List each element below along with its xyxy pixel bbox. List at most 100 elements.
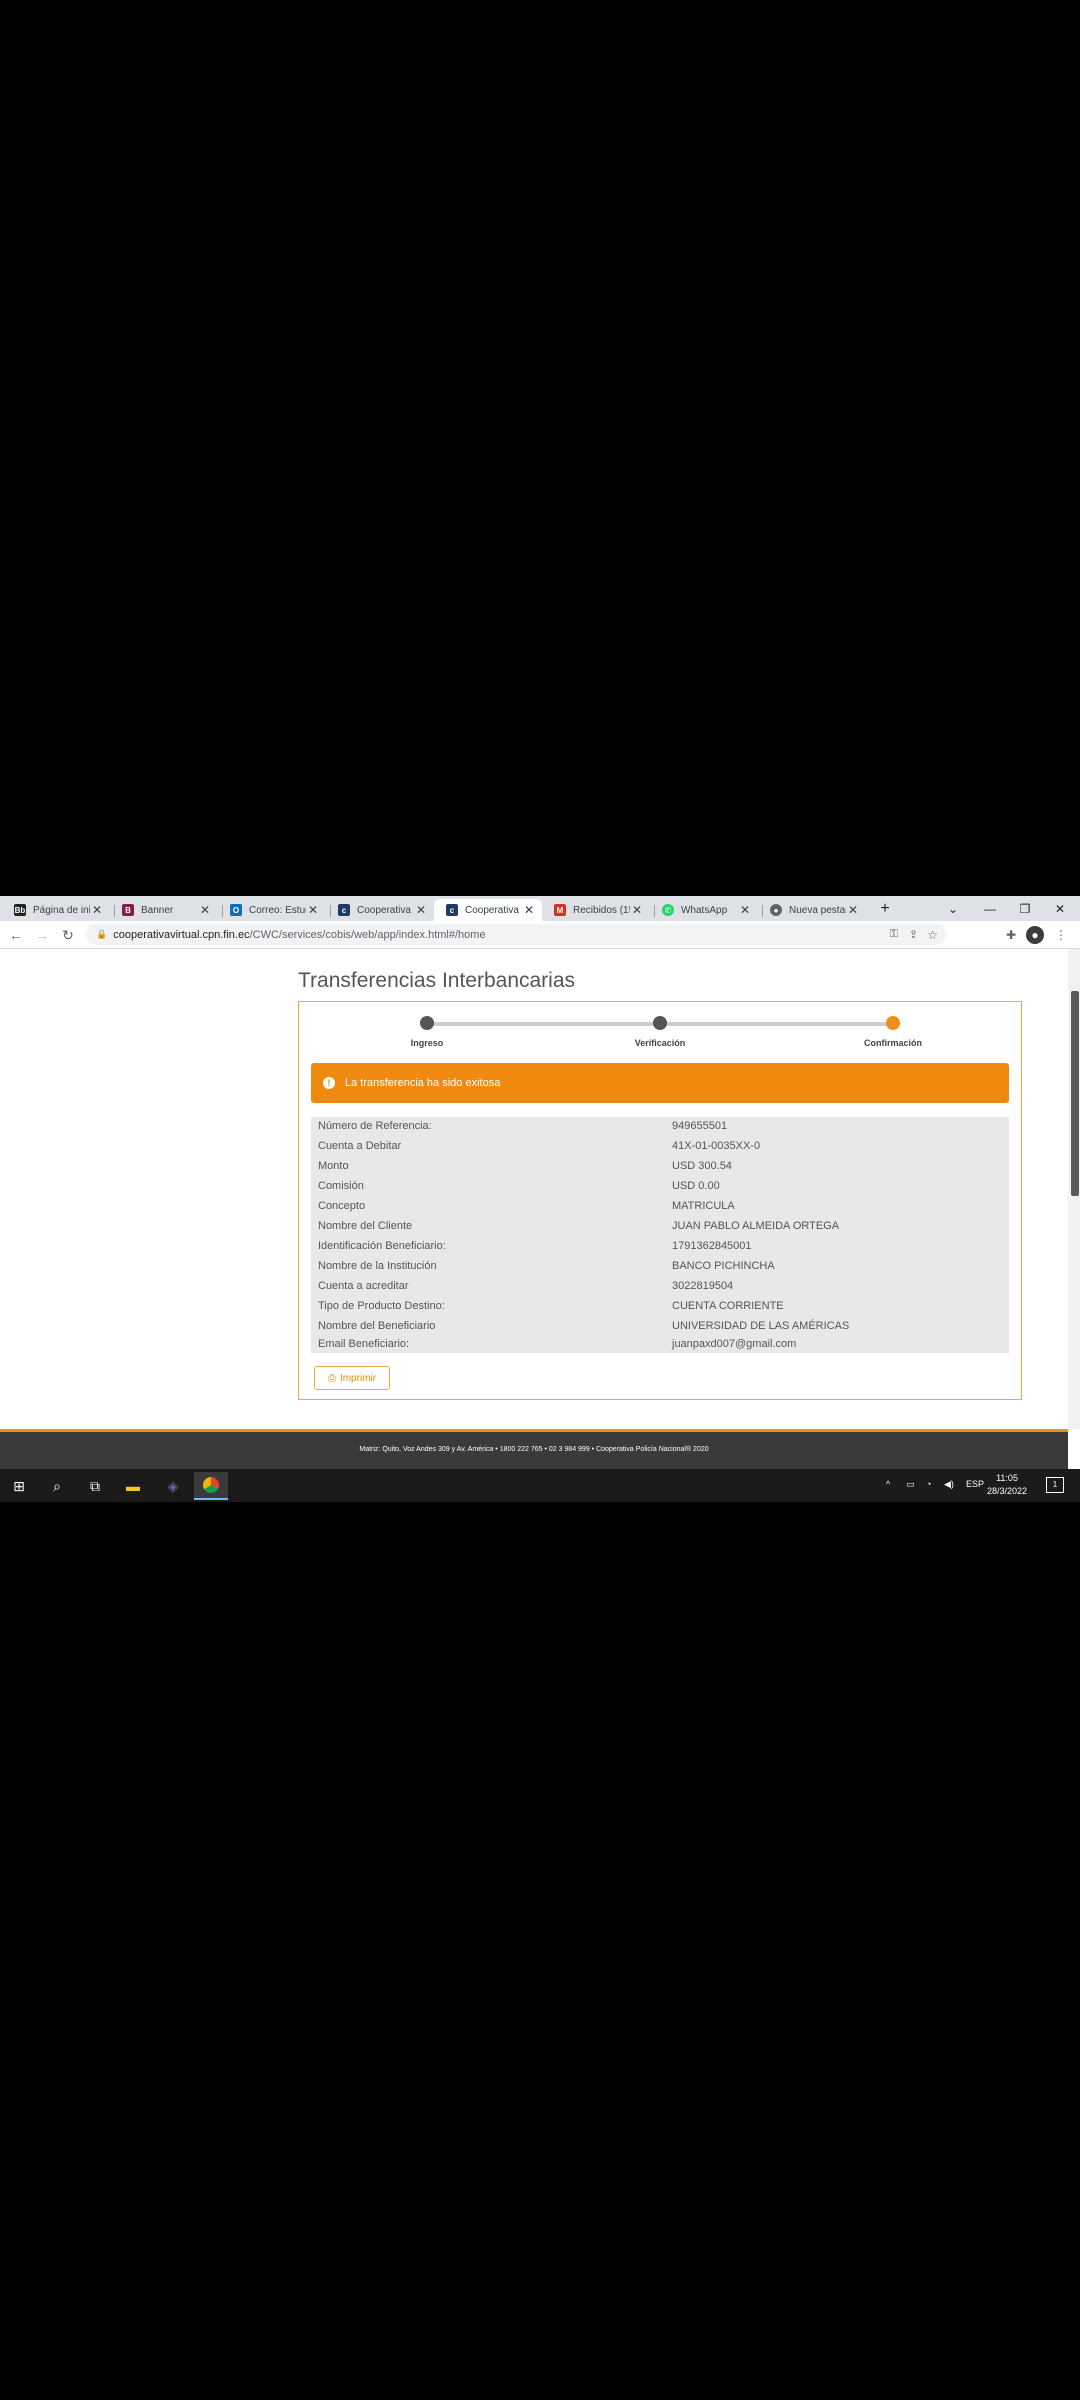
minimize-icon[interactable]: — (975, 899, 1005, 919)
windows-start-icon[interactable]: ⊞ (2, 1472, 36, 1500)
tab-title: Nueva pestaña (789, 904, 846, 916)
task-view-icon[interactable]: ⧉ (78, 1472, 112, 1500)
detail-row: Identificación Beneficiario: 179136284500… (311, 1237, 1009, 1257)
detail-row: Concepto MATRICULA (311, 1197, 1009, 1217)
address-bar[interactable]: 🔒 cooperativavirtual.cpn.fin.ec/CWC/serv… (86, 924, 946, 945)
detail-row: Nombre del Cliente JUAN PABLO ALMEIDA ORT… (311, 1217, 1009, 1237)
detail-label: Nombre de la Institución (318, 1260, 437, 1272)
banner-icon: B (122, 904, 134, 916)
language-indicator[interactable]: ESP (966, 1479, 984, 1489)
key-icon[interactable]: ⚿ (890, 928, 898, 941)
teams-icon[interactable]: ◈ (156, 1472, 190, 1500)
extensions-icon[interactable]: ✚ (1002, 926, 1020, 944)
tab-cooperativa-1[interactable]: c Cooperativa Policía ✕ (326, 899, 434, 921)
tab-recibidos[interactable]: M Recibidos (150) ✕ (542, 899, 650, 921)
gmail-icon: M (554, 904, 566, 916)
detail-row: Tipo de Producto Destino: CUENTA CORRIENT… (311, 1297, 1009, 1317)
clock[interactable]: 11:05 28/3/2022 (987, 1472, 1027, 1498)
url-path: /CWC/services/cobis/web/app/index.html#/… (249, 928, 486, 941)
tab-whatsapp[interactable]: ✆ WhatsApp ✕ (650, 899, 758, 921)
blackboard-icon: Bb (14, 904, 26, 916)
menu-kebab-icon[interactable]: ⋮ (1052, 926, 1070, 944)
exclamation-circle-icon: ! (323, 1077, 335, 1089)
tab-correo[interactable]: O Correo: Estudiante ✕ (218, 899, 326, 921)
search-icon[interactable]: ⌕ (40, 1472, 74, 1500)
battery-icon[interactable]: ▭ (906, 1479, 915, 1490)
detail-value: 3022819504 (672, 1280, 734, 1292)
tab-title: Página de inicio (33, 904, 90, 916)
tab-title: Cooperativa Policía (357, 904, 414, 916)
detail-value: juanpaxd007@gmail.com (672, 1338, 797, 1350)
detail-row: Nombre de la Institución BANCO PICHINCHA (311, 1257, 1009, 1277)
restore-icon[interactable]: ❐ (1010, 899, 1040, 919)
print-button[interactable]: ⎙ Imprimir (314, 1366, 390, 1390)
detail-value: CUENTA CORRIENTE (672, 1300, 784, 1312)
tab-banner[interactable]: B Banner ✕ (110, 899, 218, 921)
details-table: Número de Referencia: 949655501 Cuenta a … (311, 1117, 1009, 1353)
close-tab-icon[interactable]: ✕ (522, 903, 536, 917)
print-label: Imprimir (339, 1372, 377, 1384)
chrome-icon: ● (770, 904, 782, 916)
detail-label: Comisión (318, 1180, 364, 1192)
chrome-taskbar-icon[interactable] (194, 1472, 228, 1500)
tab-title: Recibidos (150) (573, 904, 630, 916)
clock-date: 28/3/2022 (987, 1486, 1028, 1496)
detail-value: 41X-01-0035XX-0 (672, 1140, 761, 1152)
detail-row: Email Beneficiario: juanpaxd007@gmail.com (311, 1335, 1009, 1355)
detail-label: Identificación Beneficiario: (318, 1240, 446, 1252)
cooperativa-icon: c (338, 904, 350, 916)
close-tab-icon[interactable]: ✕ (630, 903, 644, 917)
detail-label: Email Beneficiario: (318, 1338, 410, 1350)
volume-icon[interactable]: ◀) (944, 1479, 954, 1490)
detail-label: Concepto (318, 1200, 366, 1212)
browser-tab-strip: Bb Página de inicio ✕ B Banner ✕ O Corre… (0, 896, 1080, 921)
clock-time: 11:05 (996, 1473, 1018, 1483)
close-tab-icon[interactable]: ✕ (414, 903, 428, 917)
detail-value: USD 0.00 (672, 1180, 720, 1192)
detail-value: 949655501 (672, 1120, 728, 1132)
detail-label: Monto (318, 1160, 349, 1172)
close-tab-icon[interactable]: ✕ (846, 903, 860, 917)
profile-avatar[interactable]: ● (1026, 926, 1044, 944)
success-alert: ! La transferencia ha sido exitosa (311, 1063, 1009, 1103)
close-tab-icon[interactable]: ✕ (738, 903, 752, 917)
url-text: cooperativavirtual.cpn.fin.ec/CWC/servic… (113, 929, 485, 941)
chevron-up-icon[interactable]: ^ (886, 1479, 890, 1489)
page-title: Transferencias Interbancarias (298, 969, 576, 992)
step-label-verificacion: Verificación (634, 1038, 686, 1048)
detail-label: Cuenta a acreditar (318, 1280, 409, 1292)
reload-icon[interactable]: ↻ (58, 925, 78, 945)
tab-search-icon[interactable]: ⌄ (938, 899, 968, 919)
detail-value: BANCO PICHINCHA (672, 1260, 775, 1272)
step-label-ingreso: Ingreso (410, 1038, 444, 1048)
close-tab-icon[interactable]: ✕ (198, 903, 212, 917)
whatsapp-icon: ✆ (662, 904, 674, 916)
forward-icon[interactable]: → (32, 925, 52, 945)
bookmark-star-icon[interactable]: ☆ (927, 928, 938, 942)
close-tab-icon[interactable]: ✕ (306, 903, 320, 917)
lock-icon: 🔒 (96, 929, 108, 939)
detail-value: UNIVERSIDAD DE LAS AMÉRICAS (672, 1320, 850, 1332)
file-explorer-icon[interactable]: ▬ (116, 1472, 150, 1500)
outlook-icon: O (230, 904, 242, 916)
step-dot-confirmacion (886, 1016, 900, 1030)
tab-title: Cooperativa Policía (465, 904, 522, 916)
back-icon[interactable]: ← (6, 925, 26, 945)
scrollbar-thumb[interactable] (1071, 991, 1079, 1196)
close-window-icon[interactable]: ✕ (1045, 899, 1075, 919)
new-tab-button[interactable]: + (870, 899, 900, 919)
step-dot-verificacion (653, 1016, 667, 1030)
tab-title: Banner (141, 904, 174, 916)
step-label-confirmacion: Confirmación (863, 1038, 922, 1048)
detail-label: Nombre del Cliente (318, 1220, 413, 1232)
tab-nueva-pestana[interactable]: ● Nueva pestaña ✕ (758, 899, 866, 921)
page-footer: Matriz: Quito, Voz Andes 309 y Av. Améri… (0, 1429, 1068, 1469)
tab-pagina-de-inicio[interactable]: Bb Página de inicio ✕ (2, 899, 110, 921)
share-icon[interactable]: ⇪ (909, 928, 918, 941)
desktop-screen: Bb Página de inicio ✕ B Banner ✕ O Corre… (0, 896, 1080, 1502)
web-page: Transferencias Interbancarias Ingreso Ve… (0, 949, 1068, 1429)
wifi-icon[interactable]: ◔ (926, 1479, 931, 1489)
close-tab-icon[interactable]: ✕ (90, 903, 104, 917)
tab-cooperativa-active[interactable]: c Cooperativa Policía ✕ (434, 899, 542, 921)
notifications-icon[interactable]: 1 (1046, 1477, 1064, 1493)
